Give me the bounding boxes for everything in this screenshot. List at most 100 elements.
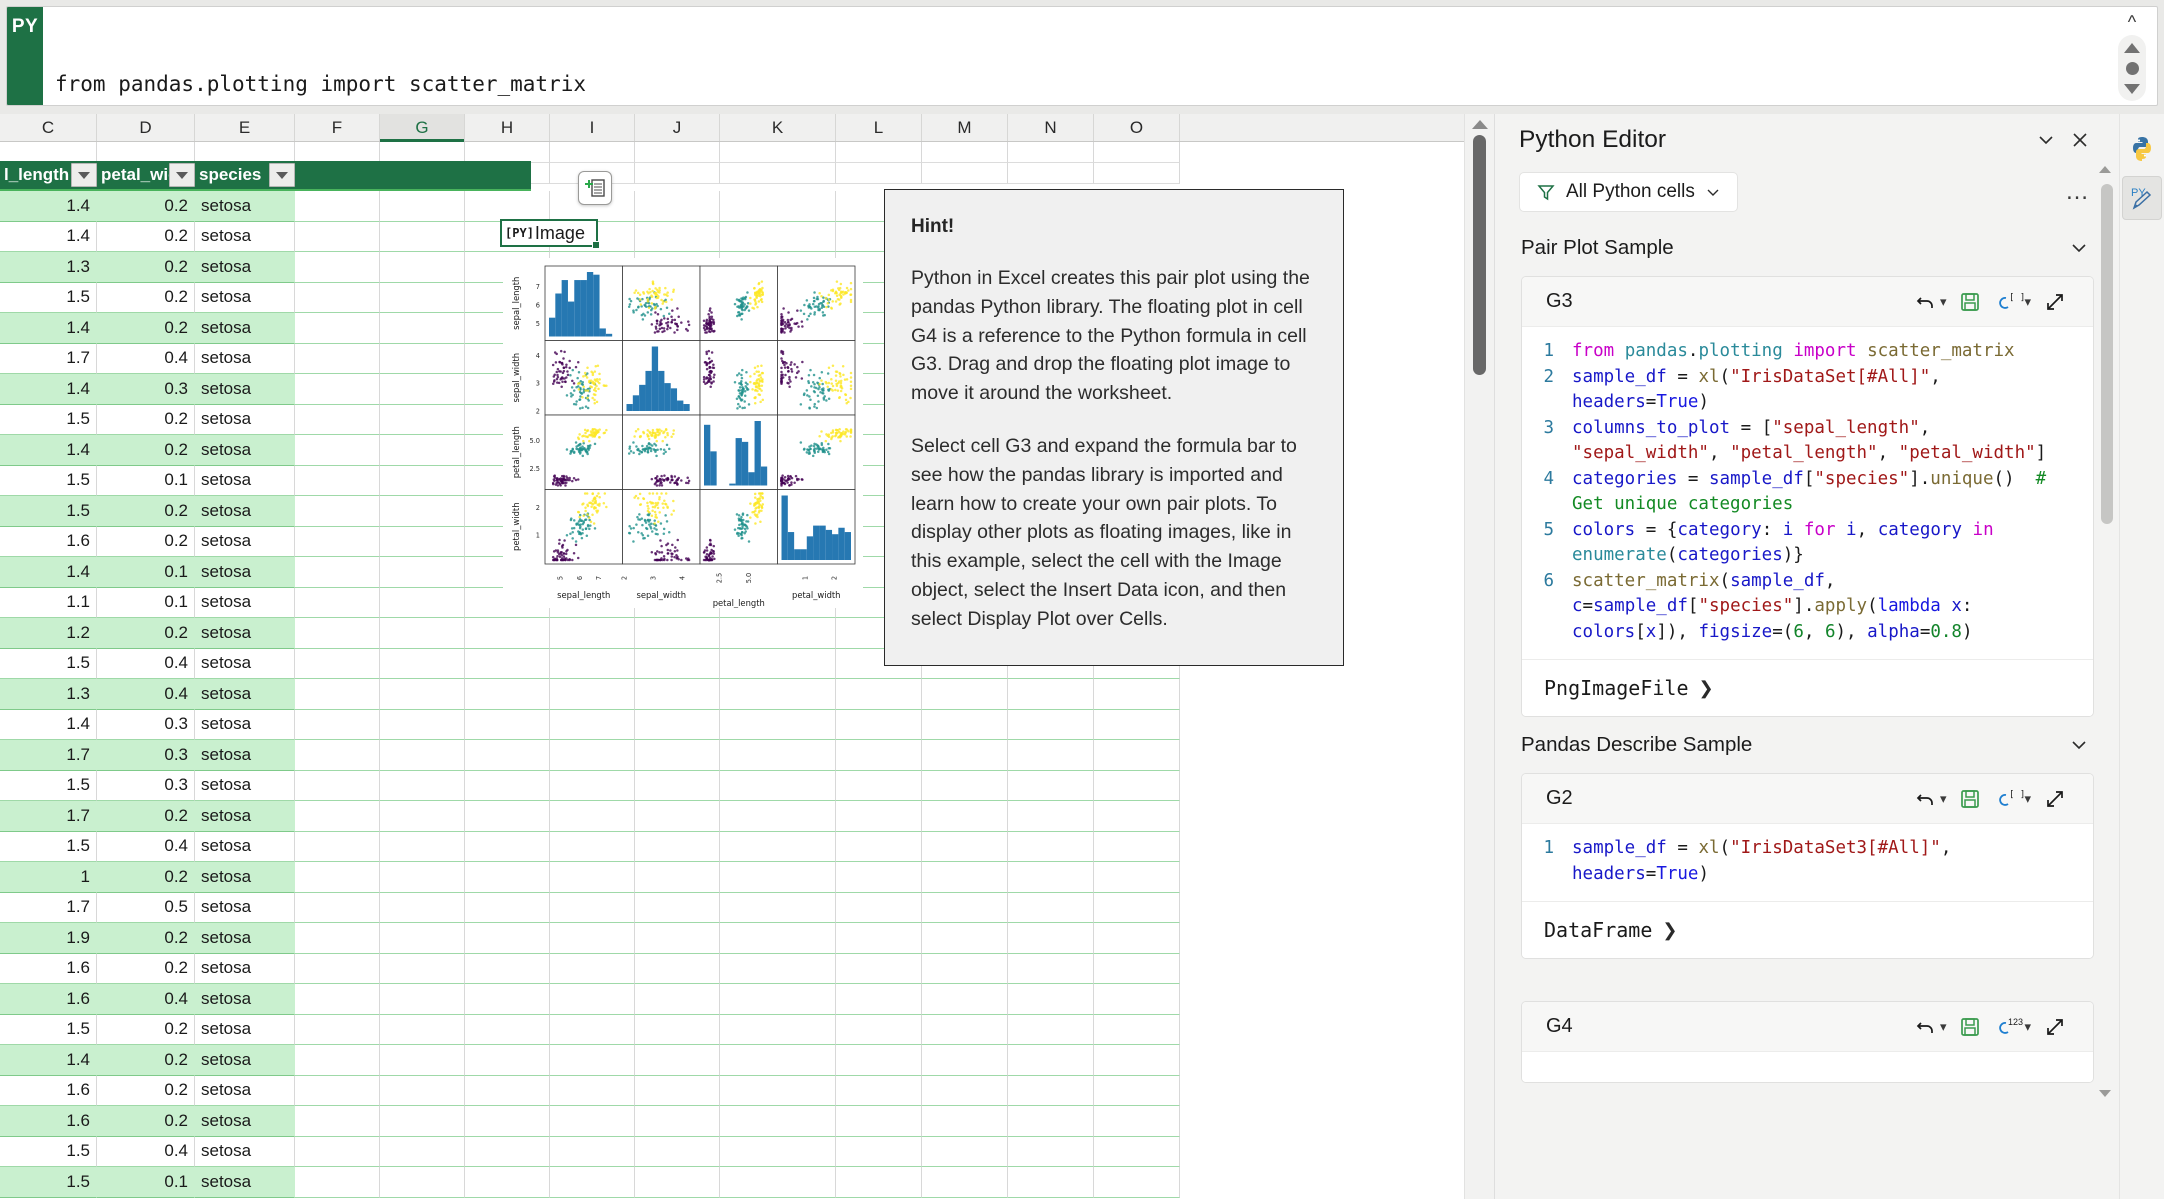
grid-cell[interactable] [295,343,380,374]
scroll-up-icon[interactable] [1471,120,1488,129]
table-cell[interactable]: 0.2 [97,526,195,557]
column-header-o[interactable]: O [1094,114,1180,141]
table-cell[interactable]: setosa [195,587,295,618]
grid-cell[interactable] [465,679,550,710]
table-cell[interactable]: setosa [195,618,295,649]
grid-cell[interactable] [922,142,1008,163]
grid-cell[interactable] [836,1014,922,1045]
grid-cell[interactable] [720,1045,836,1076]
grid-cell[interactable] [922,892,1008,923]
expand-cell-button[interactable] [2035,1008,2075,1046]
grid-cell[interactable] [465,191,550,222]
grid-cell[interactable] [380,740,465,771]
table-cell[interactable]: 1.5 [0,282,97,313]
grid-cell[interactable] [295,923,380,954]
grid-cell[interactable] [380,618,465,649]
grid-cell[interactable] [720,221,836,252]
grid-cell[interactable] [295,953,380,984]
table-cell[interactable]: 0.2 [97,801,195,832]
table-cell[interactable]: 0.2 [97,1045,195,1076]
table-cell[interactable]: setosa [195,404,295,435]
grid-cell[interactable] [295,221,380,252]
grid-cell[interactable] [380,343,465,374]
grid-cell[interactable] [836,709,922,740]
grid-cell[interactable] [635,163,720,184]
table-cell[interactable]: 1.4 [0,557,97,588]
grid-cell[interactable] [380,984,465,1015]
grid-cell[interactable] [635,953,720,984]
grid-cell[interactable] [922,1106,1008,1137]
grid-cell[interactable] [465,1106,550,1137]
scroll-down-icon[interactable] [2124,83,2140,94]
grid-cell[interactable] [836,679,922,710]
grid-cell[interactable] [836,1045,922,1076]
panel-scroll-down-icon[interactable] [2099,1090,2111,1097]
grid-cell[interactable] [465,831,550,862]
grid-cell[interactable] [720,191,836,222]
grid-cell[interactable] [380,648,465,679]
grid-cell[interactable] [550,953,635,984]
grid-cell[interactable] [1094,862,1180,893]
grid-cell[interactable] [720,163,836,184]
grid-cell[interactable] [380,1075,465,1106]
column-header-j[interactable]: J [635,114,720,141]
grid-cell[interactable] [380,1045,465,1076]
grid-cell[interactable] [380,221,465,252]
grid-cell[interactable] [295,313,380,344]
grid-cell[interactable] [836,892,922,923]
grid-cell[interactable] [295,709,380,740]
table-cell[interactable]: setosa [195,740,295,771]
grid-cell[interactable] [635,648,720,679]
table-cell[interactable]: setosa [195,831,295,862]
grid-cell[interactable] [550,1014,635,1045]
grid-cell[interactable] [295,374,380,405]
table-row[interactable]: 1.6 0.2 setosa [0,953,1464,984]
table-cell[interactable]: 0.3 [97,770,195,801]
section-header-pair-plot[interactable]: Pair Plot Sample [1495,220,2120,276]
grid-cell[interactable] [465,1014,550,1045]
grid-cell[interactable] [1008,953,1094,984]
output-type-chevron-icon[interactable]: ▾ [2024,1019,2031,1035]
grid-cell[interactable] [635,831,720,862]
grid-cell[interactable] [635,1075,720,1106]
grid-cell[interactable] [295,282,380,313]
grid-cell[interactable] [295,1045,380,1076]
grid-cell[interactable] [1094,1106,1180,1137]
panel-scroll-up-icon[interactable] [2099,166,2111,173]
table-cell[interactable]: 0.2 [97,252,195,283]
table-cell[interactable]: 0.1 [97,587,195,618]
grid-cell[interactable] [836,801,922,832]
grid-cell[interactable] [922,770,1008,801]
grid-cell[interactable] [550,1136,635,1167]
collapse-panel-button[interactable] [2029,123,2063,157]
table-cell[interactable]: setosa [195,191,295,222]
grid-cell[interactable] [1008,1106,1094,1137]
table-cell[interactable]: setosa [195,1075,295,1106]
grid-cell[interactable] [295,465,380,496]
table-row[interactable]: 1.7 0.2 setosa [0,801,1464,832]
grid-cell[interactable] [922,984,1008,1015]
grid-cell[interactable] [635,770,720,801]
grid-cell[interactable] [922,953,1008,984]
grid-cell[interactable] [836,953,922,984]
table-cell[interactable]: 1.7 [0,801,97,832]
grid-cell[interactable] [635,1167,720,1198]
column-header-d[interactable]: D [97,114,195,141]
table-cell[interactable]: 1.6 [0,1075,97,1106]
grid-cell[interactable] [295,252,380,283]
grid-cell[interactable] [1094,801,1180,832]
grid-cell[interactable] [295,557,380,588]
table-cell[interactable]: setosa [195,496,295,527]
grid-cell[interactable] [550,648,635,679]
table-row[interactable]: 1.3 0.4 setosa [0,679,1464,710]
table-cell[interactable]: 1.6 [0,953,97,984]
panel-scroll-area[interactable]: Pair Plot Sample G3 ▾ [] ▾ 1 from panda… [1495,220,2120,1199]
python-cells-filter-dropdown[interactable]: All Python cells [1519,172,1738,212]
table-cell[interactable]: setosa [195,557,295,588]
grid-cell[interactable] [635,709,720,740]
grid-cell[interactable] [380,374,465,405]
table-row[interactable]: 1.7 0.5 setosa [0,892,1464,923]
insert-data-icon[interactable] [578,171,612,205]
grid-cell[interactable] [465,923,550,954]
grid-cell[interactable] [1094,163,1180,184]
